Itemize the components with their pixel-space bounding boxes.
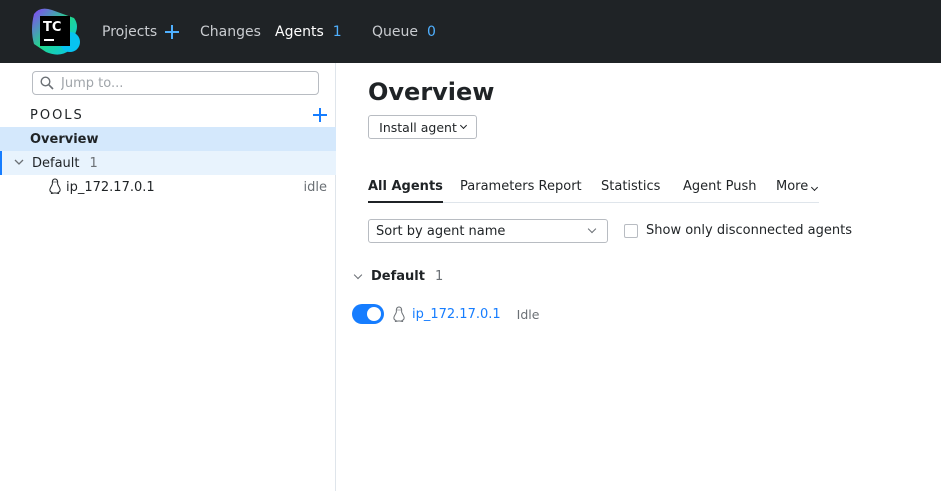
queue-count-badge: 0 <box>427 23 436 40</box>
jump-to-search[interactable] <box>32 71 319 95</box>
nav-changes[interactable]: Changes <box>200 0 261 63</box>
agent-status: Idle <box>516 306 540 322</box>
tab-agent-push[interactable]: Agent Push <box>683 179 756 203</box>
teamcity-logo[interactable]: TC <box>30 6 80 56</box>
default-pool-label: Default <box>32 155 80 171</box>
install-agent-label: Install agent <box>379 119 457 135</box>
pool-group-label: Default <box>371 269 425 284</box>
sidebar-item-default-pool[interactable]: Default 1 <box>0 151 336 175</box>
pools-heading: POOLS <box>30 108 84 123</box>
nav-queue-label[interactable]: Queue <box>372 24 418 40</box>
agent-name-link[interactable]: ip_172.17.0.1 <box>412 307 501 322</box>
add-pool-icon[interactable] <box>313 108 327 122</box>
install-agent-button[interactable]: Install agent <box>368 115 477 139</box>
disconnected-only-checkbox[interactable] <box>624 224 638 238</box>
tab-more-label: More <box>776 179 809 194</box>
sidebar-item-agent[interactable]: ip_172.17.0.1 idle <box>0 175 336 199</box>
nav-queue[interactable]: Queue 0 <box>372 0 436 63</box>
sort-select-value: Sort by agent name <box>376 223 506 239</box>
disconnected-only-label[interactable]: Show only disconnected agents <box>646 223 852 238</box>
nav-agents[interactable]: Agents 1 <box>275 0 342 63</box>
sidebar-agent-name: ip_172.17.0.1 <box>66 179 155 195</box>
chevron-down-icon[interactable] <box>14 157 24 167</box>
chevron-down-icon <box>459 121 467 130</box>
tab-parameters-report[interactable]: Parameters Report <box>460 179 582 203</box>
tab-all-agents[interactable]: All Agents <box>368 179 443 203</box>
nav-projects-label[interactable]: Projects <box>102 24 157 40</box>
default-pool-count: 1 <box>89 155 98 171</box>
chevron-down-icon <box>587 224 597 234</box>
nav-projects[interactable]: Projects <box>102 0 180 63</box>
pool-group-default[interactable]: Default 1 <box>353 269 443 284</box>
add-project-icon[interactable] <box>165 24 180 39</box>
main-content: Overview Install agent All Agents Parame… <box>337 63 941 491</box>
nav-agents-label[interactable]: Agents <box>275 24 324 40</box>
agents-count-badge: 1 <box>332 23 342 40</box>
agent-enabled-toggle[interactable] <box>352 304 384 324</box>
nav-changes-label[interactable]: Changes <box>200 24 261 40</box>
search-input[interactable] <box>61 74 311 92</box>
sidebar-item-overview-label: Overview <box>30 131 99 147</box>
chevron-down-icon <box>811 183 819 192</box>
linux-icon <box>393 306 405 322</box>
sidebar: POOLS Overview Default 1 ip_172.17.0.1 i… <box>0 63 336 491</box>
linux-icon <box>49 178 61 194</box>
search-icon <box>40 76 54 90</box>
agent-tabs: All Agents Parameters Report Statistics … <box>368 171 819 203</box>
sidebar-agent-status: idle <box>303 179 327 195</box>
tab-statistics[interactable]: Statistics <box>601 179 660 203</box>
tab-more[interactable]: More <box>776 179 819 203</box>
agent-row: ip_172.17.0.1 Idle <box>352 303 539 325</box>
logo-text: TC <box>43 20 61 35</box>
sidebar-item-overview[interactable]: Overview <box>0 127 336 151</box>
chevron-down-icon[interactable] <box>353 270 363 279</box>
top-header: TC Projects Changes Agents 1 Queue 0 <box>0 0 941 63</box>
page-title: Overview <box>368 78 495 106</box>
pool-group-count: 1 <box>434 269 444 284</box>
sort-select[interactable]: Sort by agent name <box>368 219 608 243</box>
